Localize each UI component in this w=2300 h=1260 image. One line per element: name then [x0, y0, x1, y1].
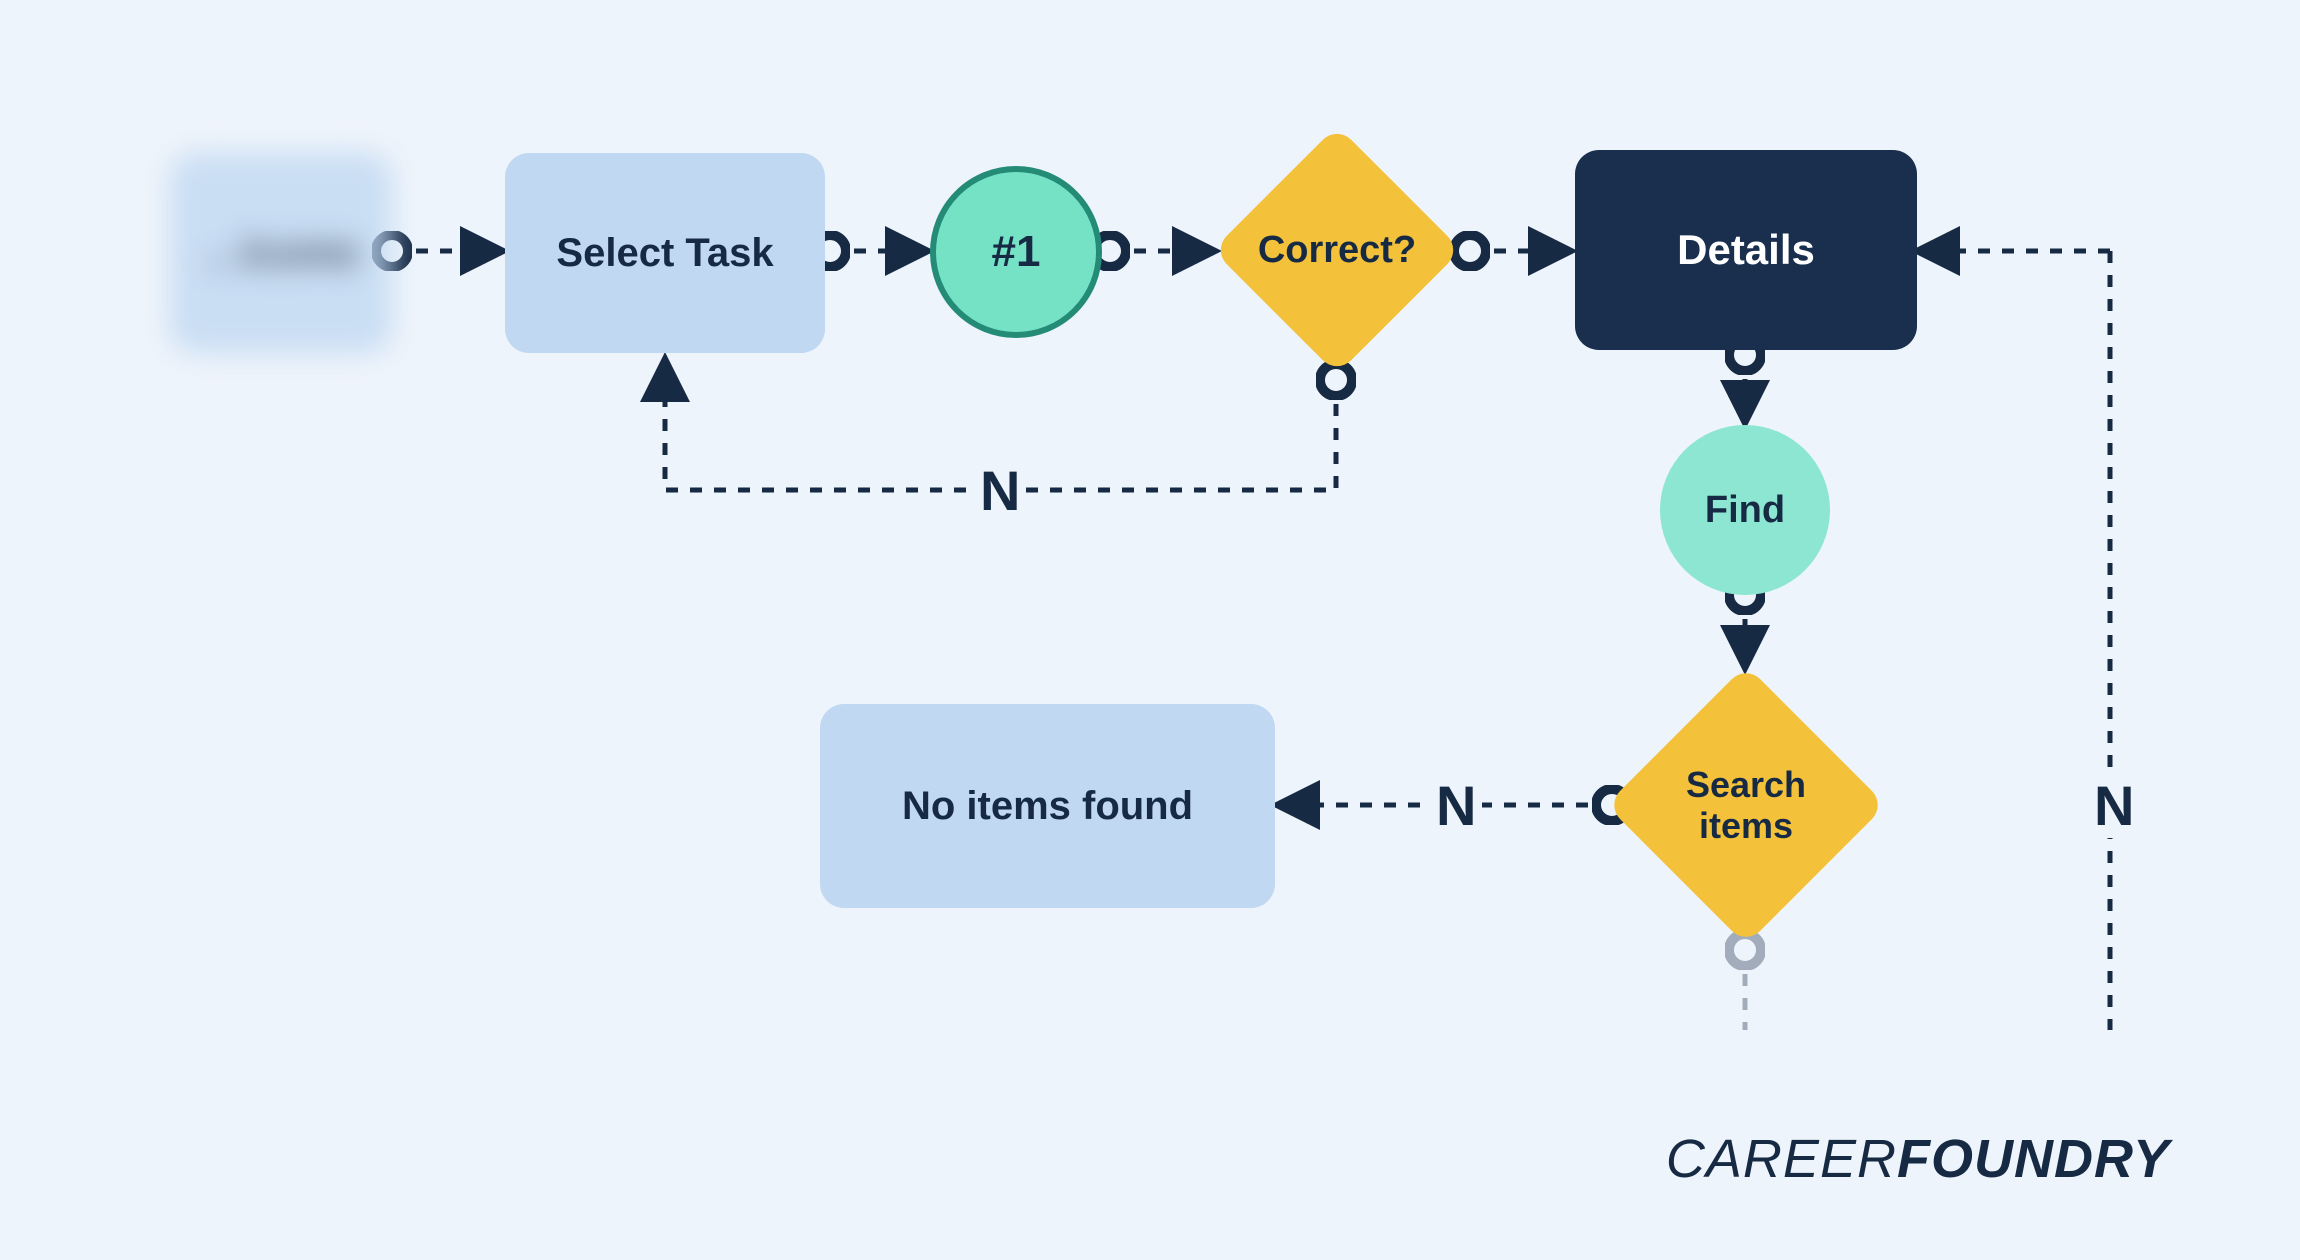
- node-no-items-label: No items found: [902, 784, 1193, 829]
- node-find-label: Find: [1705, 489, 1785, 532]
- node-step-1: #1: [930, 166, 1102, 338]
- node-step-1-label: #1: [992, 227, 1041, 277]
- node-welcome-label: …lcome: [203, 231, 359, 276]
- label-n-search: N: [1430, 773, 1482, 838]
- node-search-items-label: Search items: [1686, 764, 1806, 847]
- node-details-label: Details: [1677, 226, 1815, 274]
- logo-careerfoundry: CAREERFOUNDRY: [1666, 1128, 2170, 1190]
- logo-part-2: FOUNDRY: [1897, 1129, 2170, 1189]
- logo-part-1: CAREER: [1666, 1129, 1897, 1189]
- node-welcome: …lcome: [170, 153, 392, 353]
- label-n-correct: N: [974, 458, 1026, 523]
- node-correct: Correct?: [1212, 125, 1462, 375]
- node-select-task: Select Task: [505, 153, 825, 353]
- node-find: Find: [1660, 425, 1830, 595]
- node-no-items: No items found: [820, 704, 1275, 908]
- node-select-task-label: Select Task: [556, 231, 773, 276]
- node-search-items: Search items: [1605, 664, 1887, 946]
- label-n-right: N: [2088, 773, 2140, 838]
- node-details: Details: [1575, 150, 1917, 350]
- node-correct-label: Correct?: [1258, 229, 1416, 272]
